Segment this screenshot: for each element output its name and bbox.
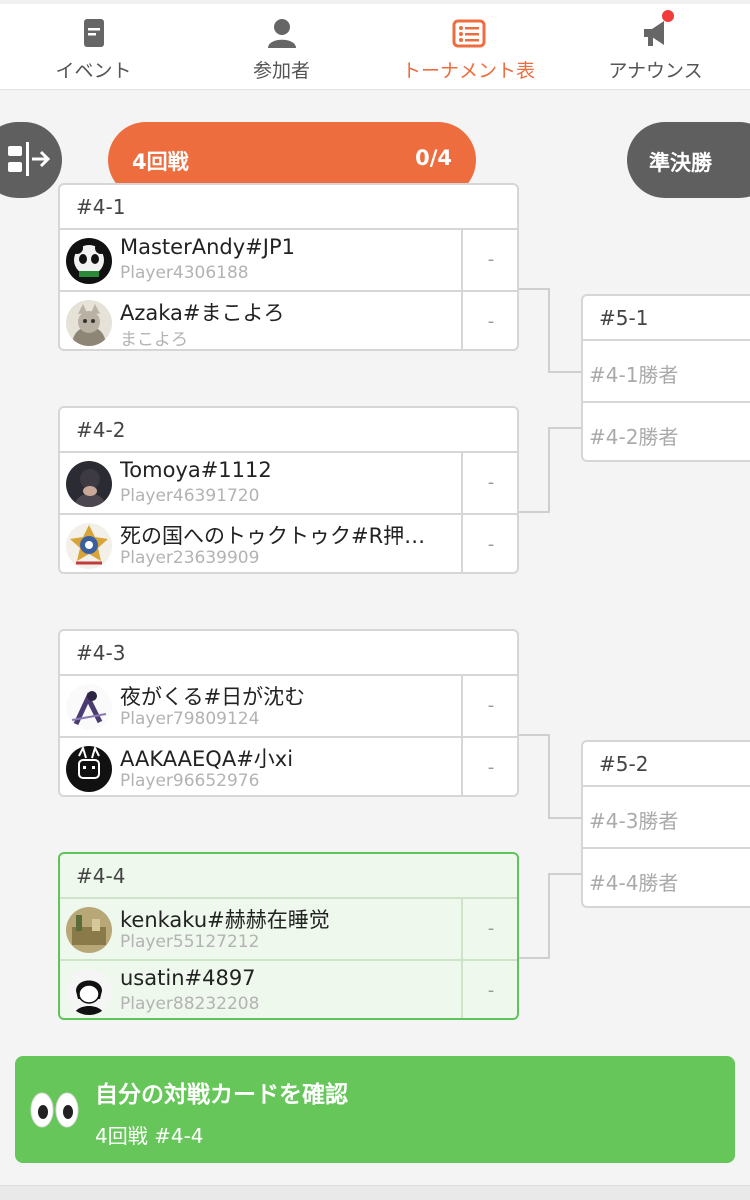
player-avatar	[66, 969, 112, 1015]
player-id: まこよろ	[120, 330, 188, 350]
player-row[interactable]: 夜がくる#日が沈む Player79809124 -	[60, 674, 517, 736]
player-row[interactable]: MasterAndy#JP1 Player4306188 -	[60, 228, 517, 290]
my-match-subtitle: 4回戦 #4-4	[95, 1124, 204, 1148]
next-match-card[interactable]: #5-1 #4-1勝者 #4-2勝者	[581, 294, 750, 462]
match-id: #5-1	[599, 306, 649, 330]
player-name: AAKAAEQA#小xi	[120, 747, 294, 771]
player-id: Player55127212	[120, 932, 260, 952]
player-avatar	[66, 300, 112, 346]
player-name: Tomoya#1112	[120, 458, 272, 482]
player-avatar	[66, 238, 112, 284]
match-card[interactable]: #4-3 夜がくる#日が沈む Player79809124 - AAKAAEQA…	[58, 629, 519, 797]
match-id: #4-4	[76, 864, 126, 888]
winner-slot-label: #4-4勝者	[589, 871, 679, 895]
winner-slot: #4-2勝者	[583, 401, 750, 460]
player-score: -	[461, 515, 517, 572]
player-score: -	[461, 899, 517, 959]
winner-slot: #4-3勝者	[583, 785, 750, 847]
player-id: Player79809124	[120, 709, 260, 729]
match-card[interactable]: #4-2 Tomoya#1112 Player46391720 - 死の国へのト…	[58, 406, 519, 574]
player-id: Player46391720	[120, 486, 260, 506]
player-name: MasterAndy#JP1	[120, 235, 295, 259]
player-row[interactable]: AAKAAEQA#小xi Player96652976 -	[60, 736, 517, 795]
player-id: Player96652976	[120, 771, 260, 791]
player-row[interactable]: kenkaku#赫赫在睡觉 Player55127212 -	[60, 897, 517, 959]
player-score: -	[461, 738, 517, 795]
player-score: -	[461, 453, 517, 513]
player-row[interactable]: Tomoya#1112 Player46391720 -	[60, 451, 517, 513]
player-row[interactable]: usatin#4897 Player88232208 -	[60, 959, 517, 1018]
player-id: Player88232208	[120, 994, 260, 1014]
winner-slot-label: #4-3勝者	[589, 809, 679, 833]
match-card-own[interactable]: #4-4 kenkaku#赫赫在睡觉 Player55127212 - usat…	[58, 852, 519, 1020]
winner-slot: #4-4勝者	[583, 847, 750, 906]
player-name: usatin#4897	[120, 966, 256, 990]
player-score: -	[461, 230, 517, 290]
match-id: #5-2	[599, 752, 649, 776]
bracket-connectors	[519, 288, 582, 959]
winner-slot-label: #4-1勝者	[589, 363, 679, 387]
match-id: #4-2	[76, 418, 126, 442]
eyes-icon	[30, 1092, 79, 1128]
winner-slot: #4-1勝者	[583, 339, 750, 401]
player-avatar	[66, 907, 112, 953]
match-card[interactable]: #4-1 MasterAndy#JP1 Player4306188 - Azak…	[58, 183, 519, 351]
player-row[interactable]: Azaka#まこよろ まこよろ -	[60, 290, 517, 350]
player-score: -	[461, 292, 517, 349]
player-name: Azaka#まこよろ	[120, 301, 285, 325]
match-id: #4-1	[76, 195, 126, 219]
my-match-title: 自分の対戦カードを確認	[95, 1082, 348, 1108]
player-id: Player4306188	[120, 263, 249, 283]
player-name: kenkaku#赫赫在睡觉	[120, 908, 330, 932]
player-avatar	[66, 461, 112, 507]
player-avatar	[66, 684, 112, 730]
player-id: Player23639909	[120, 548, 260, 568]
player-score: -	[461, 676, 517, 736]
player-row[interactable]: 死の国へのトゥクトゥク#R押… Player23639909 -	[60, 513, 517, 572]
player-score: -	[461, 961, 517, 1018]
player-avatar	[66, 523, 112, 569]
winner-slot-label: #4-2勝者	[589, 425, 679, 449]
next-match-card[interactable]: #5-2 #4-3勝者 #4-4勝者	[581, 740, 750, 908]
my-match-button[interactable]: 自分の対戦カードを確認 4回戦 #4-4	[15, 1056, 735, 1163]
player-avatar	[66, 746, 112, 792]
match-id: #4-3	[76, 641, 126, 665]
bottom-divider	[0, 1185, 750, 1200]
player-name: 死の国へのトゥクトゥク#R押…	[120, 524, 426, 548]
player-name: 夜がくる#日が沈む	[120, 685, 306, 709]
